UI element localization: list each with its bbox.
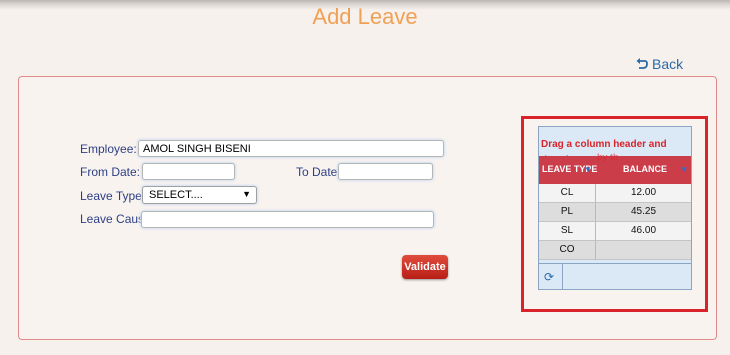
chevron-down-icon: ▼ [242,189,251,199]
cell-balance: 45.25 [596,203,691,222]
leave-type-label: Leave Type: [80,189,146,203]
cell-leave-type: CL [539,184,596,203]
cell-leave-type: PL [539,203,596,222]
cell-leave-type: CO [539,241,596,260]
leave-type-select[interactable]: SELECT.... ▼ [142,186,257,204]
header-balance[interactable]: BALANCE [623,164,667,174]
cell-leave-type: SL [539,222,596,241]
employee-label: Employee: [80,142,137,156]
table-row[interactable]: CL 12.00 [539,184,691,203]
employee-field[interactable]: AMOL SINGH BISENI [138,140,444,157]
back-arrow-icon [636,57,648,71]
grid-footer: ⟳ [539,263,691,290]
footer-divider [562,264,563,290]
back-link[interactable]: Back [636,56,683,72]
filter-icon[interactable]: ▼ [680,165,688,174]
grid-header: by th LEAVE TYPE ▼ BALANCE ▼ [539,152,691,184]
from-date-field[interactable] [142,163,235,180]
drag-hint-overlap: by th [597,152,619,162]
grid-rows: CL 12.00 PL 45.25 SL 46.00 CO [539,184,691,260]
validate-button[interactable]: Validate [402,255,448,279]
cell-balance: 12.00 [596,184,691,203]
page-title: Add Leave [312,4,418,29]
filter-icon[interactable]: ▼ [584,165,592,174]
leave-type-selected: SELECT.... [149,189,203,201]
cell-balance [596,241,691,260]
to-date-field[interactable] [338,163,433,180]
table-row[interactable]: CO [539,241,691,260]
refresh-icon[interactable]: ⟳ [544,270,554,284]
leave-balance-grid: Drag a column header and drop it by th L… [538,126,692,290]
cell-balance: 46.00 [596,222,691,241]
table-row[interactable]: PL 45.25 [539,203,691,222]
from-date-label: From Date: [80,165,141,179]
back-label: Back [652,56,684,72]
leave-cause-field[interactable] [141,211,434,228]
table-row[interactable]: SL 46.00 [539,222,691,241]
to-date-label: To Date: [296,165,341,179]
